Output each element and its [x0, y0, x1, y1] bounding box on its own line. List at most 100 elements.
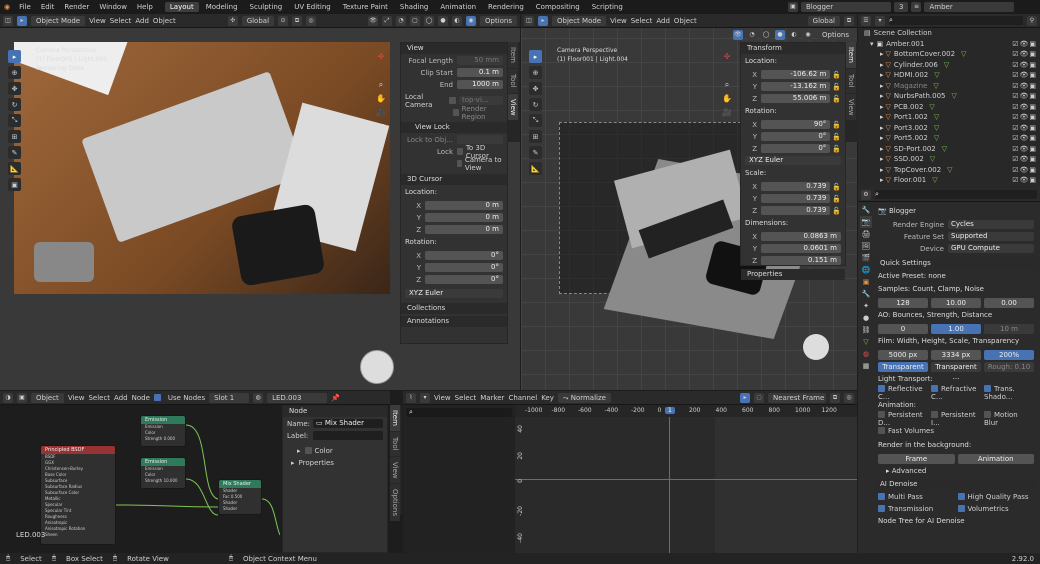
left-render-view[interactable] — [14, 42, 390, 294]
persistent-images-checkbox[interactable] — [931, 411, 938, 418]
cursor-ry-field[interactable]: 0° — [425, 263, 503, 272]
measure-icon-right[interactable]: 📐 — [529, 162, 542, 175]
outliner-item[interactable]: ▸ ▽ BottomCover.002 ▽ ☑👁▣ — [858, 49, 1040, 60]
node-menu-select[interactable]: Select — [88, 394, 110, 402]
visibility-icon[interactable]: 👁 — [368, 15, 378, 26]
location-y-field[interactable]: -13.162 m — [761, 82, 831, 91]
properties-editor-icon[interactable]: ⚙ — [861, 189, 871, 200]
shading-solid-icon[interactable]: ● — [438, 15, 448, 26]
motion-blur-checkbox[interactable] — [984, 411, 991, 418]
film-scale-field[interactable]: 200% — [984, 349, 1034, 360]
expand-icon[interactable]: ▸ — [880, 103, 884, 111]
orientation-icon[interactable]: ✣ — [227, 15, 238, 26]
tab-sculpting[interactable]: Sculpting — [245, 2, 288, 12]
node-menu-view[interactable]: View — [68, 394, 85, 402]
pan-hand-icon[interactable]: ✋ — [368, 92, 394, 106]
snap-icon-right[interactable]: ⧉ — [844, 15, 854, 26]
dimension-z-field[interactable]: 0.151 m — [761, 256, 841, 265]
volumetrics-checkbox[interactable] — [957, 505, 965, 512]
graph-menu-marker[interactable]: Marker — [480, 394, 504, 402]
shading-rendered-icon[interactable]: ◉ — [466, 15, 476, 26]
normalize-toggle[interactable]: ⤳ Normalize — [557, 392, 611, 403]
lock-icon[interactable]: 🔓 — [830, 183, 841, 191]
tab-scripting[interactable]: Scripting — [587, 2, 628, 12]
zoom-icon[interactable]: ⌕ — [368, 78, 394, 92]
ao-distance-field[interactable]: 10 m — [984, 323, 1034, 334]
lock-icon[interactable]: 🔓 — [830, 121, 841, 129]
film-width-field[interactable]: 5000 px — [878, 349, 928, 360]
rotate-icon-right[interactable]: ↻ — [529, 98, 542, 111]
transparent-glass-toggle[interactable]: Transparent ... — [931, 361, 981, 381]
visibility-toggles[interactable]: ☑👁▣ — [1012, 71, 1040, 79]
advanced-header[interactable]: ▸ Advanced — [878, 466, 1034, 477]
samples-clamp-field[interactable]: 10.00 — [931, 297, 981, 308]
node-socket-row[interactable]: Strength 0.000 — [141, 436, 185, 442]
view-layer-icon[interactable]: ≡ — [911, 2, 922, 12]
lock-icon[interactable]: 🔓 — [830, 95, 841, 103]
shader-node[interactable]: Principled BSDF BSDF GGX Christensen-Burley… — [40, 445, 116, 545]
expand-icon[interactable]: ▸ — [880, 166, 884, 174]
view-layer-selector[interactable]: Amber — [924, 2, 1015, 12]
rotation-mode-dropdown[interactable]: XYZ Euler — [405, 289, 503, 298]
shader-node[interactable]: Mix Shader Shader Fac 0.500 Shader Shader — [218, 479, 262, 515]
shading-rendered-icon-right[interactable]: ◉ — [802, 30, 813, 40]
outliner-search-input[interactable]: ⌕ — [889, 16, 1023, 25]
rotation-z-field[interactable]: 0° — [761, 144, 831, 153]
node-menu-node[interactable]: Node — [132, 394, 150, 402]
view-lock-header[interactable]: View Lock — [401, 122, 507, 133]
modifier-tab-icon[interactable]: 🔧 — [860, 288, 872, 300]
axis-gizmo-icon-right[interactable]: ✢ — [719, 50, 735, 64]
visibility-toggles[interactable]: ☑👁▣ — [1012, 92, 1040, 100]
visibility-toggles[interactable]: ☑👁▣ — [1012, 50, 1040, 58]
dimension-x-field[interactable]: 0.0863 m — [761, 232, 841, 241]
shading-material-icon[interactable]: ◐ — [452, 15, 462, 26]
shading-wire-icon-right[interactable]: ◯ — [760, 30, 771, 40]
visibility-icon-right[interactable]: 👁 — [732, 30, 743, 40]
options-dropdown[interactable]: Options — [480, 15, 518, 26]
display-mode-icon[interactable]: ▾ — [875, 15, 885, 26]
mode-dropdown-right[interactable]: Object Mode — [552, 15, 607, 26]
shading-wire-icon[interactable]: ◯ — [424, 15, 434, 26]
lock-icon[interactable]: 🔓 — [830, 83, 841, 91]
render-engine-dropdown[interactable]: Cycles — [948, 220, 1034, 229]
outliner-item[interactable]: ▸ ▽ TopCover.002 ▽ ☑👁▣ — [858, 165, 1040, 176]
fast-volumes-checkbox[interactable] — [878, 427, 885, 434]
nav-gizmo[interactable]: ✢ ⌕ ✋ 🎥 ▦ — [368, 50, 394, 150]
quick-settings-header[interactable]: Quick Settings — [874, 258, 1038, 269]
visibility-toggles[interactable]: ☑👁▣ — [1012, 113, 1040, 121]
outliner-item[interactable]: ▸ ▽ NurbsPath.005 ▽ ☑👁▣ — [858, 91, 1040, 102]
expand-icon[interactable]: ▸ — [880, 71, 884, 79]
properties-search-input[interactable]: ⌕ — [875, 190, 1037, 199]
film-height-field[interactable]: 3334 px — [931, 349, 981, 360]
render-animation-button[interactable]: Animation — [957, 453, 1034, 464]
tool-tab-icon[interactable]: 🔧 — [860, 204, 872, 216]
proportional-icon-graph[interactable]: ◎ — [844, 392, 854, 403]
graph-mode-icon[interactable]: ▾ — [420, 392, 430, 403]
lock-icon[interactable]: 🔓 — [830, 71, 841, 79]
vp-menu-object-right[interactable]: Object — [674, 17, 697, 25]
tab-uv-editing[interactable]: UV Editing — [289, 2, 336, 12]
scene-collection-row[interactable]: ▤ Scene Collection — [858, 28, 1040, 39]
transform-icon-right[interactable]: ⊞ — [529, 130, 542, 143]
visibility-toggles[interactable]: ☑👁▣ — [1012, 134, 1040, 142]
visibility-toggles[interactable]: ☑👁▣ — [1012, 82, 1040, 90]
node-socket-row[interactable]: Shader — [219, 506, 261, 512]
visibility-toggles[interactable]: ☑👁▣ — [1012, 61, 1040, 69]
scale-y-field[interactable]: 0.739 — [761, 194, 831, 203]
lock-icon[interactable]: 🔓 — [830, 207, 841, 215]
vp-menu-view[interactable]: View — [89, 17, 106, 25]
pivot-icon[interactable]: ⊙ — [278, 15, 289, 26]
3d-cursor-header[interactable]: 3D Cursor — [401, 174, 507, 185]
cursor-z-field[interactable]: 0 m — [425, 225, 503, 234]
tab-node-item[interactable]: Item — [390, 405, 400, 431]
xray-icon[interactable]: ▢ — [410, 15, 420, 26]
rough-field[interactable]: Rough: 0.10 — [984, 361, 1034, 372]
high-quality-pass-checkbox[interactable] — [957, 493, 965, 500]
collection-row[interactable]: ▾ ▣ Amber.001 ☑👁▣ — [858, 39, 1040, 50]
interp-dropdown[interactable]: Nearest Frame — [768, 392, 826, 403]
to-3d-cursor-checkbox[interactable] — [457, 148, 463, 155]
graph-editor[interactable]: ⌇ ▾ View Select Marker Channel Key ⤳ Nor… — [403, 391, 857, 553]
overlay-icon-right[interactable]: ◔ — [746, 30, 757, 40]
outliner-item[interactable]: ▸ ▽ HDMI.002 ▽ ☑👁▣ — [858, 70, 1040, 81]
frame-ruler[interactable]: -1000 -800 -600 -400 -200 0 1 200 400 600 800 1000 1… — [515, 405, 857, 417]
